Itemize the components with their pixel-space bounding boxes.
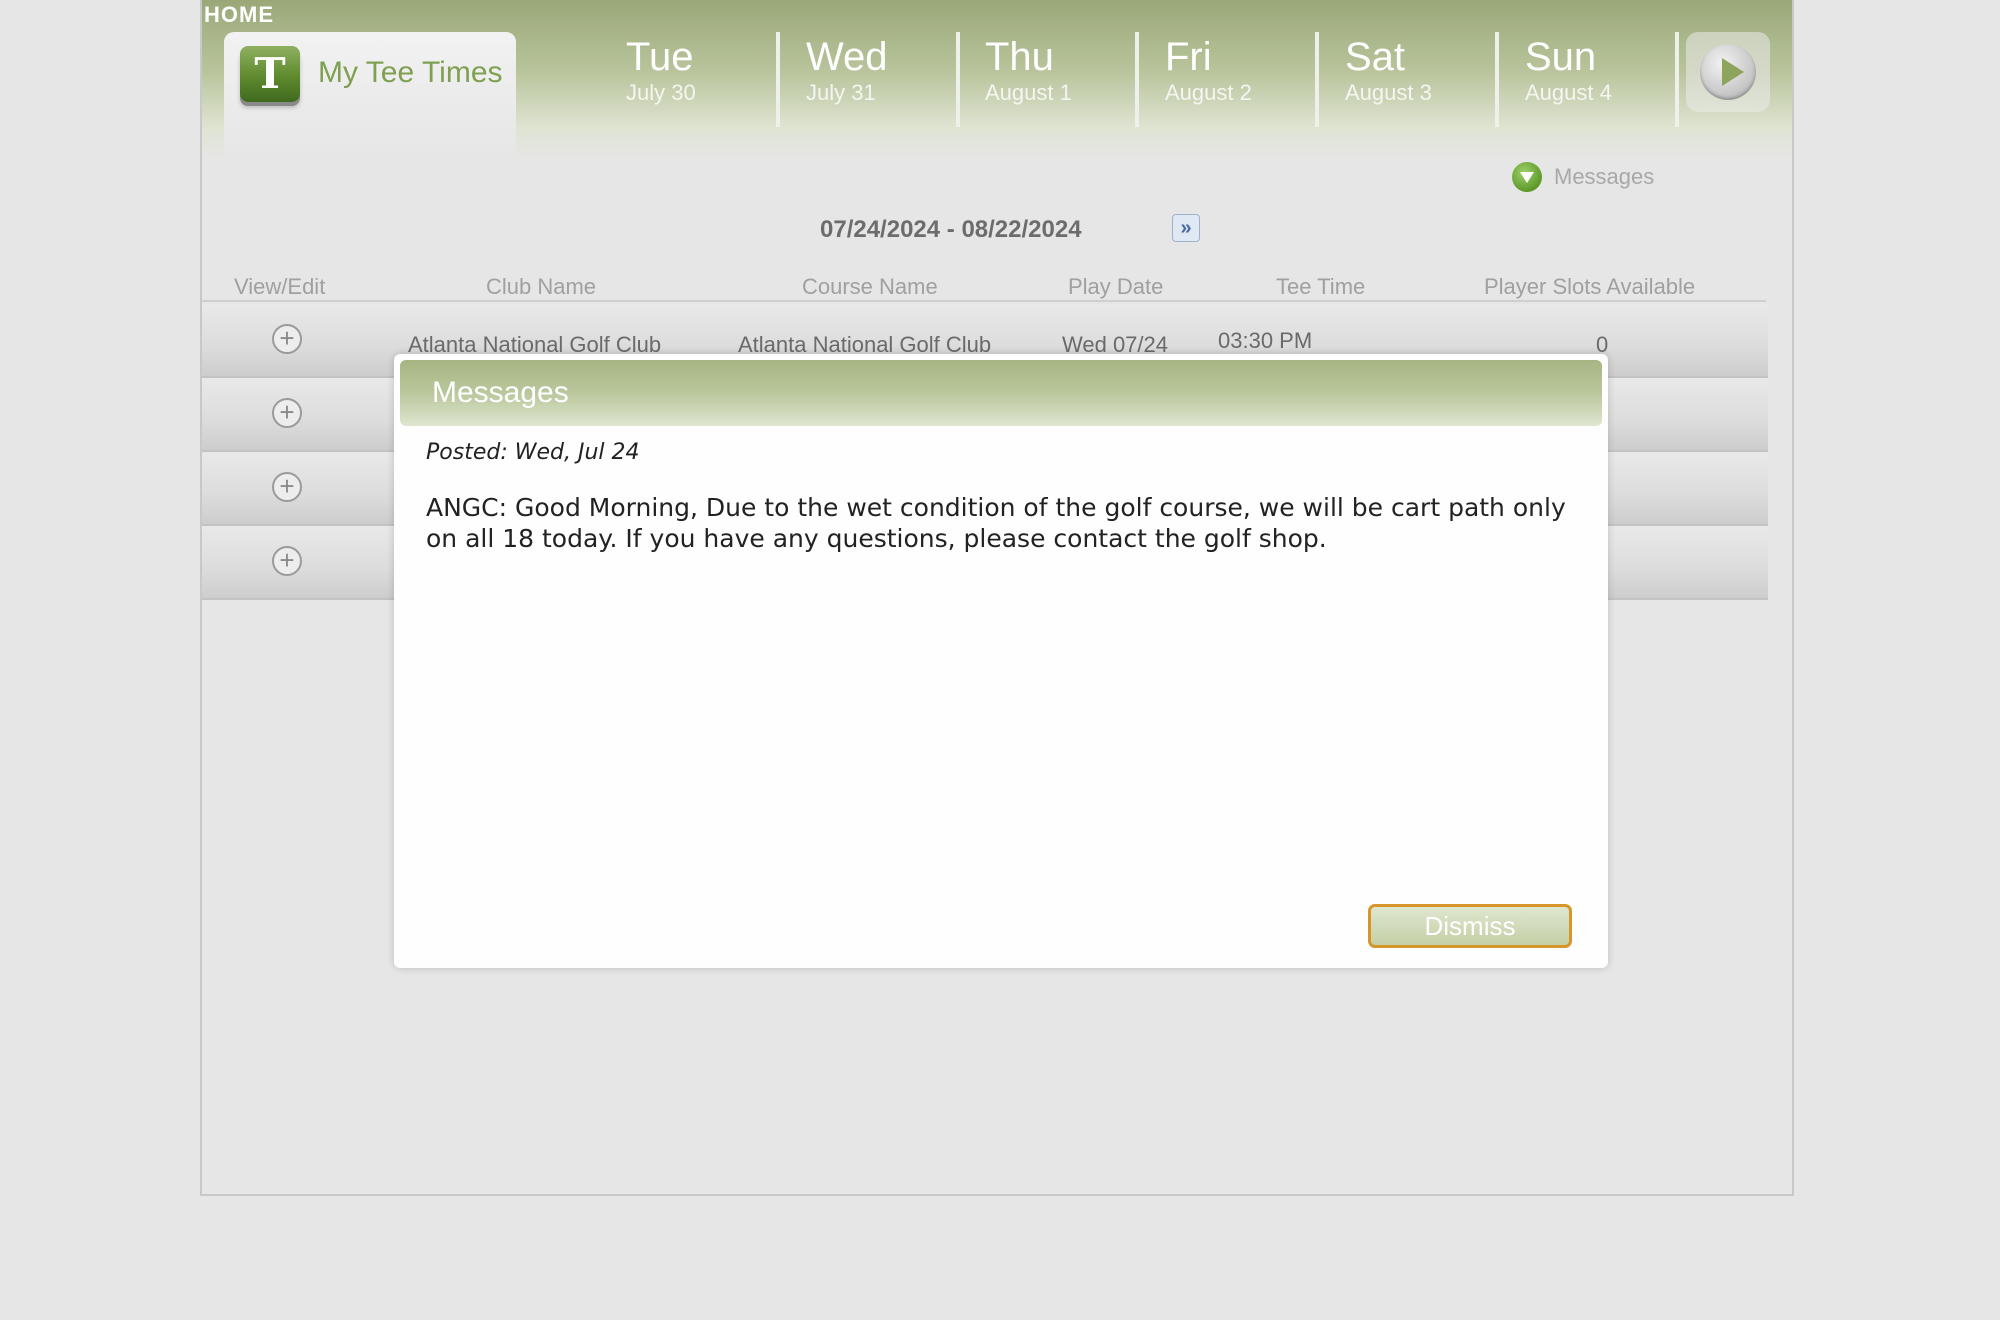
header-divider	[202, 300, 1766, 302]
home-link[interactable]: HOME	[204, 2, 274, 28]
next-days-button[interactable]	[1686, 32, 1770, 112]
expand-icon[interactable]: +	[272, 546, 302, 576]
day-date: August 2	[1165, 80, 1252, 105]
tab-my-tee-times[interactable]: T My Tee Times	[224, 32, 516, 160]
play-arrow-icon	[1700, 44, 1756, 100]
day-name: Sat	[1345, 35, 1406, 79]
messages-dialog: Messages Posted: Wed, Jul 24 ANGC: Good …	[394, 354, 1608, 968]
day-date: August 3	[1345, 80, 1432, 105]
col-header-club-name[interactable]: Club Name	[486, 274, 596, 300]
expand-icon[interactable]: +	[272, 472, 302, 502]
dismiss-button[interactable]: Dismiss	[1368, 904, 1572, 948]
day-tab-sat[interactable]: Sat August 3	[1323, 32, 1499, 127]
col-header-player-slots[interactable]: Player Slots Available	[1484, 274, 1695, 300]
day-tab-tue[interactable]: Tue July 30	[604, 32, 780, 127]
header-bar: HOME T My Tee Times Tue July 30 Wed July…	[202, 0, 1792, 160]
day-tab-thu[interactable]: Thu August 1	[963, 32, 1139, 127]
next-range-button[interactable]: »	[1172, 214, 1200, 242]
dialog-title: Messages	[432, 376, 569, 409]
messages-link[interactable]: Messages	[1512, 162, 1655, 192]
date-range-label: 07/24/2024 - 08/22/2024	[820, 216, 1082, 243]
day-tab-fri[interactable]: Fri August 2	[1143, 32, 1319, 127]
day-date: July 31	[806, 80, 876, 105]
day-date: August 4	[1525, 80, 1612, 105]
expand-icon[interactable]: +	[272, 324, 302, 354]
col-header-view-edit[interactable]: View/Edit	[234, 274, 325, 300]
tab-label: My Tee Times	[318, 56, 503, 89]
messages-link-label: Messages	[1554, 164, 1655, 189]
col-header-play-date[interactable]: Play Date	[1068, 274, 1163, 300]
col-header-tee-time[interactable]: Tee Time	[1276, 274, 1365, 300]
day-name: Thu	[985, 35, 1054, 79]
day-date: July 30	[626, 80, 696, 105]
day-name: Sun	[1525, 35, 1597, 79]
day-name: Tue	[626, 35, 694, 79]
tee-times-icon: T	[240, 46, 300, 102]
expand-icon[interactable]: +	[272, 398, 302, 428]
tee-time-cell: 03:30 PM	[1218, 328, 1313, 353]
posted-date: Posted: Wed, Jul 24	[426, 440, 640, 465]
day-date: August 1	[985, 80, 1072, 105]
col-header-course-name[interactable]: Course Name	[802, 274, 938, 300]
chevron-down-icon	[1512, 162, 1542, 192]
day-tab-sun[interactable]: Sun August 4	[1503, 32, 1679, 127]
day-tab-wed[interactable]: Wed July 31	[784, 32, 960, 127]
message-text: ANGC: Good Morning, Due to the wet condi…	[426, 493, 1566, 553]
day-name: Wed	[806, 35, 888, 79]
day-name: Fri	[1165, 35, 1212, 79]
dialog-header: Messages	[400, 360, 1602, 426]
